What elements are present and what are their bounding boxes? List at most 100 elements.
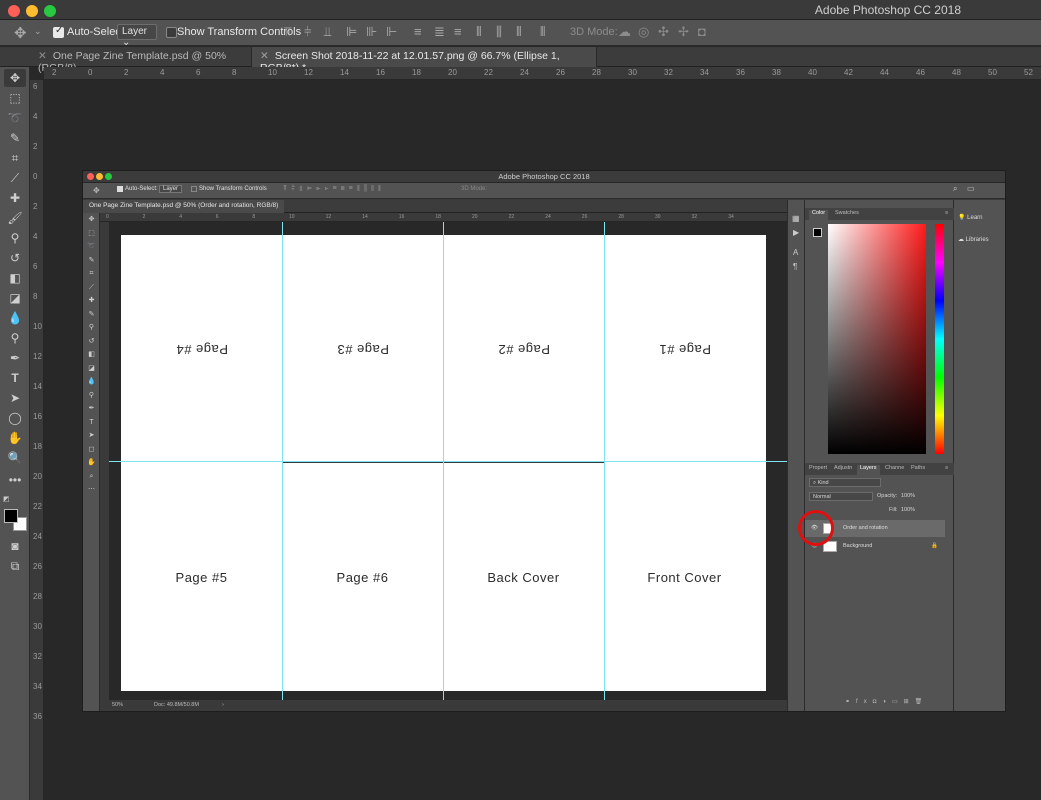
- inner-ruler-tick-label: 22: [508, 214, 515, 220]
- page-label: Page #5: [175, 569, 228, 585]
- history-brush-tool-icon[interactable]: ↺: [4, 249, 26, 267]
- layer-name: Background: [843, 543, 873, 549]
- zoom-tool-icon[interactable]: 🔍: [4, 449, 26, 467]
- brush-tool-icon[interactable]: 🖌: [4, 209, 26, 227]
- libraries-label: Libraries: [965, 237, 989, 243]
- panel-menu-icon: ≡: [945, 210, 949, 216]
- crop-tool-icon[interactable]: ⌗: [4, 149, 26, 167]
- ruler-tick-label: 34: [700, 68, 709, 77]
- chevron-down-icon[interactable]: ⌄: [34, 26, 42, 37]
- page-label: Back Cover: [487, 569, 560, 585]
- guide-horizontal: [109, 461, 787, 462]
- align-bottom-icon[interactable]: ⫫: [324, 24, 331, 40]
- history-icon: ▦: [792, 214, 800, 223]
- healing-brush-tool-icon[interactable]: ✚: [4, 189, 26, 207]
- ruler-tick-label: 24: [33, 532, 42, 541]
- blur-tool-icon[interactable]: 💧: [4, 309, 26, 327]
- align-left-icon[interactable]: ⊫: [346, 24, 357, 40]
- quick-mask-icon[interactable]: ◙: [4, 537, 26, 555]
- layer-name: Order and rotation: [843, 525, 888, 531]
- inner-tool-icon: ⌕: [89, 472, 94, 480]
- annotation-circle: [798, 510, 834, 546]
- eyedropper-tool-icon[interactable]: ⟋: [4, 169, 26, 187]
- ruler-tick-label: 30: [33, 622, 42, 631]
- align-right-icon[interactable]: ⊩: [386, 24, 397, 40]
- roll-3d-icon[interactable]: ◎: [638, 24, 649, 40]
- distribute-bottom-icon[interactable]: ≡: [454, 24, 462, 39]
- inner-move-icon: ✥: [93, 186, 100, 195]
- ruler-tick-label: 8: [232, 68, 237, 77]
- tab-screen-shot[interactable]: ✕ Screen Shot 2018-11-22 at 12.01.57.png …: [252, 47, 597, 74]
- page-cell: Page #3: [282, 235, 443, 463]
- inner-panel-dock: ▦ ▶ A ¶: [787, 200, 805, 711]
- marquee-tool-icon[interactable]: ⬚: [4, 89, 26, 107]
- ruler-tick-label: 2: [124, 68, 129, 77]
- auto-select-dropdown[interactable]: Layer ⌄: [117, 24, 157, 48]
- title-bar: Adobe Photoshop CC 2018: [0, 0, 1041, 20]
- inner-doc-tab-label: One Page Zine Template.psd @ 50% (Order …: [83, 200, 285, 213]
- inner-status-bar: 50% Doc: 49.8M/50.8M ›: [100, 700, 787, 711]
- distribute-top-icon[interactable]: ≡: [414, 24, 422, 39]
- move-tool-icon[interactable]: ✥: [4, 69, 26, 87]
- quick-select-tool-icon[interactable]: ✎: [4, 129, 26, 147]
- ruler-tick-label: 20: [33, 472, 42, 481]
- default-colors-icon[interactable]: ◩: [3, 495, 11, 503]
- ruler-tick-label: 32: [33, 652, 42, 661]
- foreground-color-swatch[interactable]: [4, 509, 18, 523]
- tab-properties: Propert: [809, 465, 828, 471]
- ruler-tick-label: 16: [376, 68, 385, 77]
- inner-options-bar: ✥ Auto-Select: Layer Show Transform Cont…: [83, 183, 1005, 199]
- character-icon: A: [793, 248, 799, 257]
- path-select-tool-icon[interactable]: ➤: [4, 389, 26, 407]
- orbit-3d-icon[interactable]: ☁: [618, 24, 631, 40]
- lasso-tool-icon[interactable]: ➰: [4, 109, 26, 127]
- ruler-tick-label: 12: [304, 68, 313, 77]
- pen-tool-icon[interactable]: ✒: [4, 349, 26, 367]
- distribute-left-icon[interactable]: ⦀: [476, 24, 482, 40]
- inner-auto-select-label: Auto-Select:: [125, 186, 158, 192]
- color-gradient: [828, 224, 926, 454]
- align-hcenter-icon[interactable]: ⊪: [366, 24, 377, 40]
- tab-swatches: Swatches: [835, 210, 859, 216]
- auto-select-checkbox[interactable]: [53, 25, 64, 38]
- align-vcenter-icon[interactable]: ⫩: [304, 24, 311, 40]
- show-transform-checkbox[interactable]: [166, 27, 177, 38]
- inner-tool-icon: ⚲: [88, 391, 95, 399]
- ellipse-tool-icon[interactable]: ◯: [4, 409, 26, 427]
- more-tools-icon[interactable]: •••: [4, 471, 26, 489]
- inner-foreground-swatch: [813, 228, 822, 237]
- options-bar: ✥ ⌄ Auto-Select: Layer ⌄ Show Transform …: [0, 20, 1041, 48]
- scale-3d-icon[interactable]: ◘: [698, 24, 706, 39]
- hand-tool-icon[interactable]: ✋: [4, 429, 26, 447]
- ruler-tick-label: 2: [33, 142, 38, 151]
- dodge-tool-icon[interactable]: ⚲: [4, 329, 26, 347]
- paint-bucket-tool-icon[interactable]: ◪: [4, 289, 26, 307]
- clone-stamp-tool-icon[interactable]: ⚲: [4, 229, 26, 247]
- close-tab-icon[interactable]: ✕: [38, 50, 47, 62]
- align-top-icon[interactable]: ⫪: [284, 24, 291, 40]
- ruler-tick-label: 14: [33, 382, 42, 391]
- type-tool-icon[interactable]: T: [4, 369, 26, 387]
- distribute-right-icon[interactable]: ⦀: [516, 24, 522, 40]
- slide-3d-icon[interactable]: ✢: [678, 24, 689, 40]
- ruler-tick-label: 0: [88, 68, 93, 77]
- distribute-hcenter-icon[interactable]: ⫼: [496, 24, 502, 40]
- kind-filter: ⌕ Kind: [809, 478, 881, 487]
- drag-3d-icon[interactable]: ✣: [658, 24, 669, 40]
- horizontal-ruler: 2 0 2 4 6 8 10 12 14 16 18 20 22 24 26 28 30 32 34 36 38 40 42…: [44, 67, 1041, 80]
- close-tab-icon[interactable]: ✕: [260, 50, 269, 62]
- move-tool-icon[interactable]: ✥: [14, 24, 27, 42]
- vertical-ruler: 6 4 2 0 2 4 6 8 10 12 14 16 18 20 22 24 26 28 30 32 34 36: [30, 80, 44, 800]
- show-transform-label: Show Transform Controls: [177, 26, 302, 38]
- inner-title-bar: Adobe Photoshop CC 2018: [83, 171, 1005, 183]
- distribute-vcenter-icon[interactable]: ≣: [434, 24, 445, 40]
- ruler-tick-label: 28: [592, 68, 601, 77]
- inner-tool-icon: ✚: [88, 297, 95, 304]
- eraser-tool-icon[interactable]: ◧: [4, 269, 26, 287]
- inner-app-title: Adobe Photoshop CC 2018: [498, 172, 590, 181]
- hue-slider: [935, 224, 944, 454]
- tab-zine-template[interactable]: ✕One Page Zine Template.psd @ 50% (RGB/8…: [30, 47, 252, 74]
- ruler-tick-label: 18: [412, 68, 421, 77]
- auto-align-icon[interactable]: ⫴: [540, 24, 545, 40]
- screen-mode-icon[interactable]: ⧉: [4, 557, 26, 575]
